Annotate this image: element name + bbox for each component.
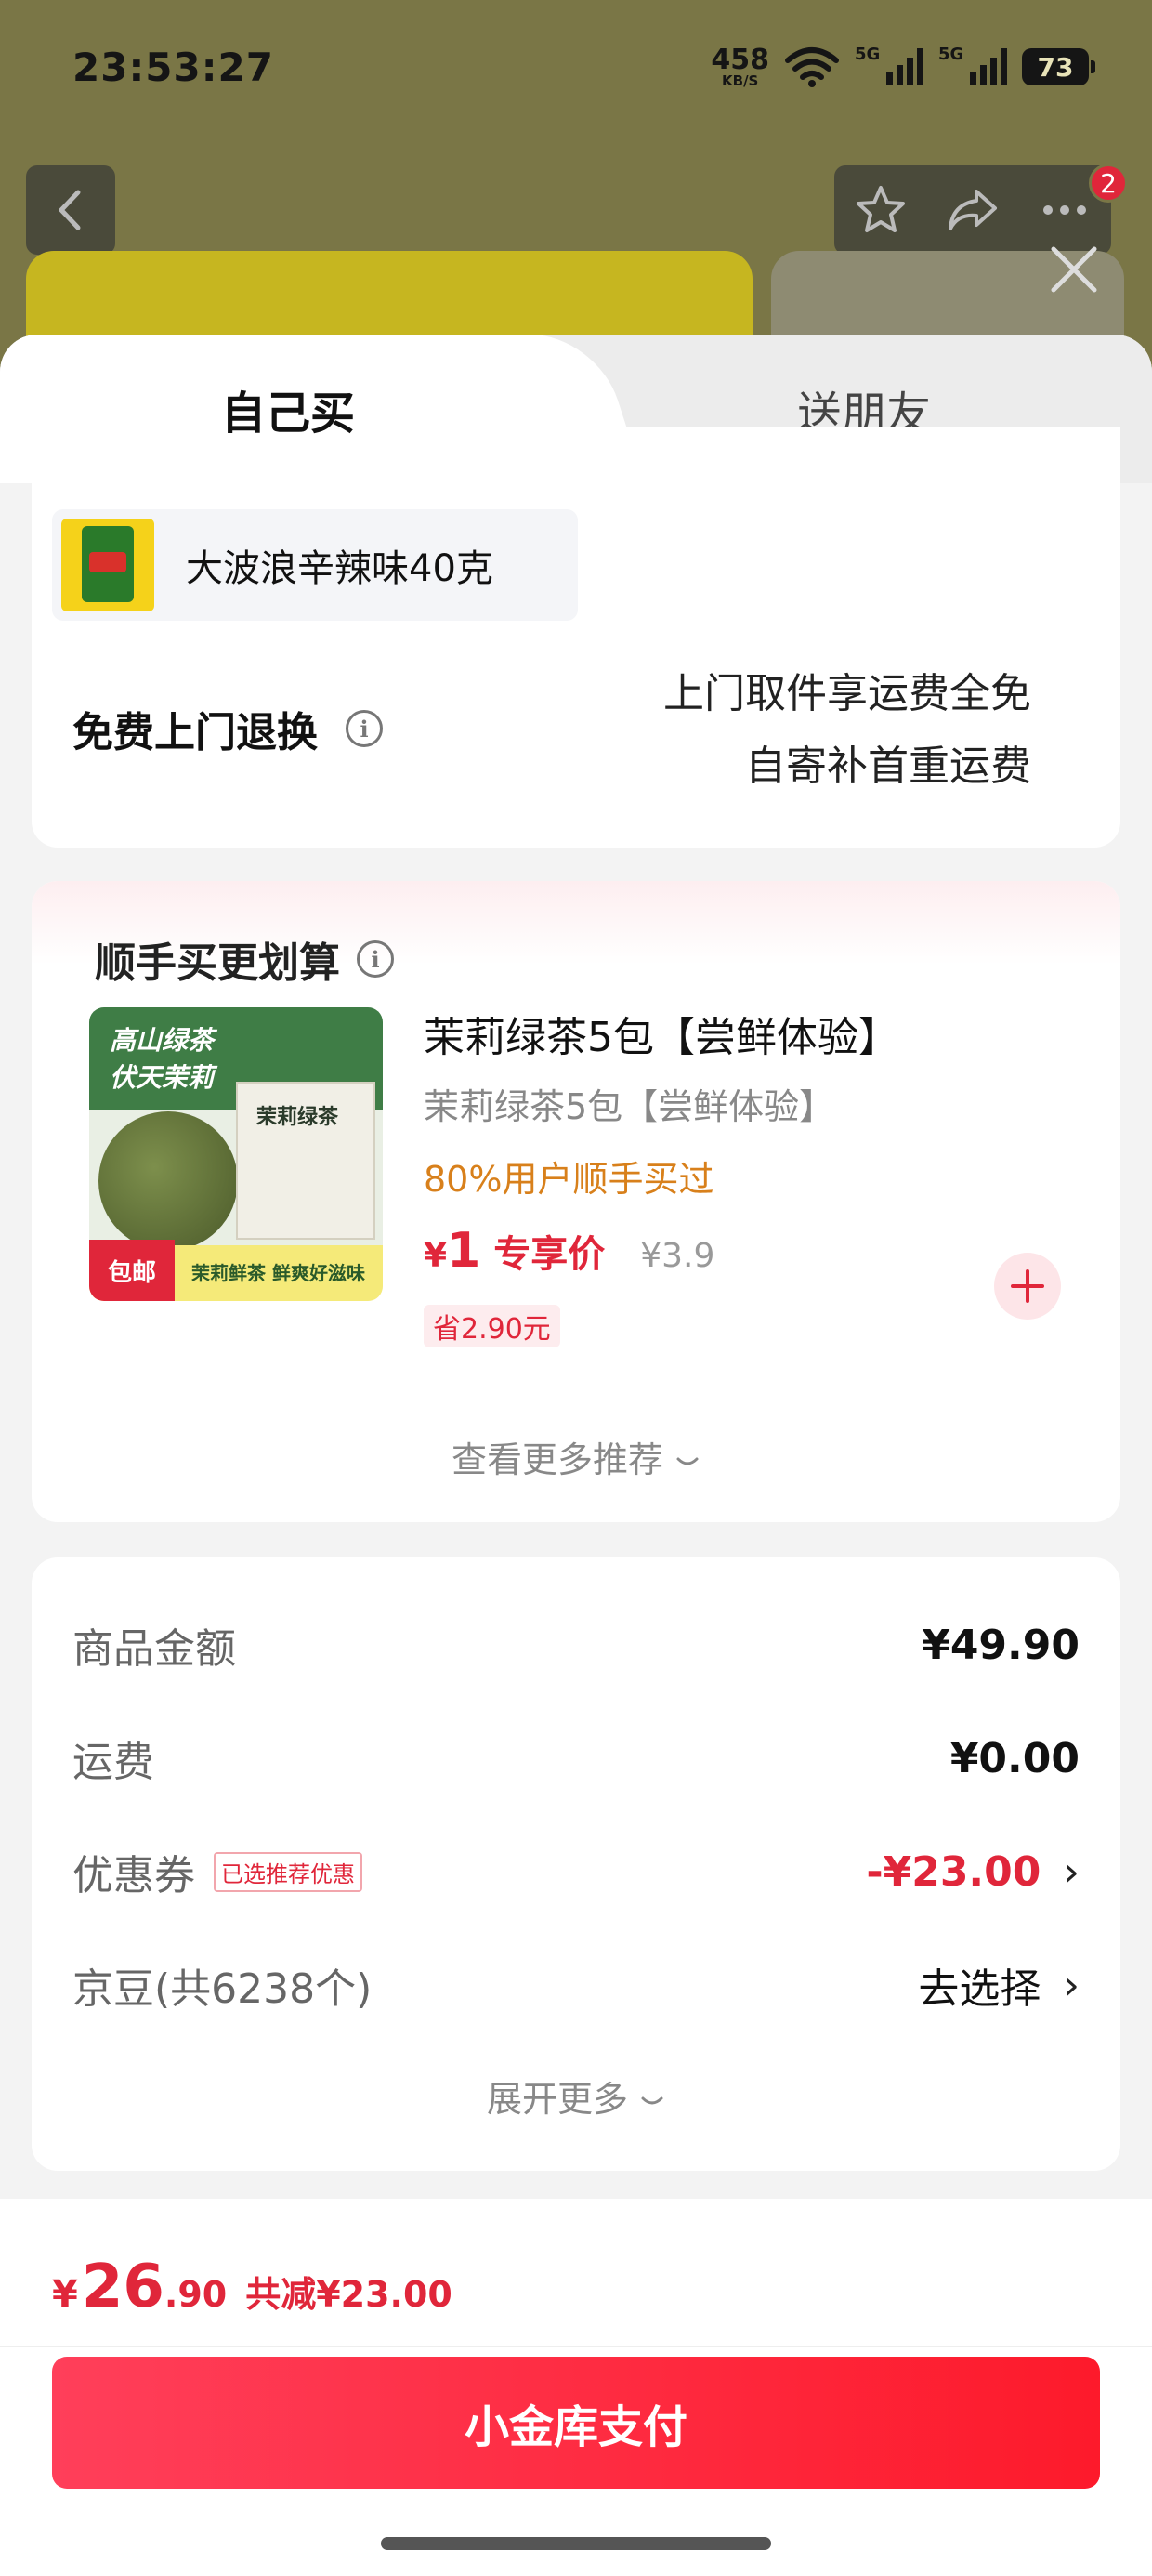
recommend-card: 顺手买更划算 i 高山绿茶 伏天茉莉 茉莉绿茶 茉莉鲜茶 鲜爽好滋味 包邮 茉莉… xyxy=(32,881,1120,1522)
jd-beans-value: 去选择 xyxy=(918,1965,1041,2013)
original-price: ¥3.9 xyxy=(640,1237,715,1275)
signal-5g-label-2: 5G xyxy=(938,45,964,64)
add-item-button[interactable] xyxy=(994,1253,1061,1320)
sku-thumbnail xyxy=(61,519,154,611)
product-image-footer-text: 茉莉鲜茶 鲜爽好滋味 xyxy=(191,1262,365,1284)
return-policy-title: 免费上门退换 i xyxy=(72,699,383,758)
coupon-value-group: -¥23.00 › xyxy=(866,1848,1080,1896)
shipping-value: ¥0.00 xyxy=(949,1734,1080,1782)
net-speed-unit: KB/S xyxy=(722,72,759,89)
price-currency: ¥ xyxy=(424,1237,448,1275)
status-time: 23:53:27 xyxy=(72,45,274,90)
recommend-product-image[interactable]: 高山绿茶 伏天茉莉 茉莉绿茶 茉莉鲜茶 鲜爽好滋味 包邮 xyxy=(89,1007,383,1301)
coupon-label-group: 优惠券 已选推荐优惠 xyxy=(72,1842,362,1901)
sku-chip[interactable]: 大波浪辛辣味40克 xyxy=(52,509,578,621)
total-integer: 26 xyxy=(81,2253,164,2321)
checkout-footer: ¥ 26 .90 共减¥23.00 小金库支付 xyxy=(0,2199,1152,2576)
total-decimal: .90 xyxy=(164,2274,228,2315)
summary-row-shipping: 运费 ¥0.00 xyxy=(72,1721,1080,1795)
recommend-product-sub: 茉莉绿茶5包【尝鲜体验】 xyxy=(424,1086,835,1127)
price-value: 1 xyxy=(447,1223,481,1279)
battery-icon: 73 xyxy=(1022,48,1095,85)
jd-beans-value-group: 去选择 › xyxy=(918,1955,1080,2015)
checkout-sheet: 送朋友 自己买 大波浪辛辣味40克 免费上门退换 i 上门取件享运费全免 自寄补… xyxy=(0,335,1152,2576)
signal-5g-icon-2: 5G xyxy=(938,45,1007,85)
expand-more-label: 展开更多 xyxy=(486,2079,628,2120)
tea-leaves-graphic xyxy=(98,1111,238,1251)
chevron-left-icon xyxy=(59,190,81,230)
divider xyxy=(0,2346,1152,2347)
coupon-tag: 已选推荐优惠 xyxy=(214,1851,362,1892)
return-policy-line1: 上门取件享运费全免 xyxy=(663,670,1031,717)
product-image-banner-text: 高山绿茶 伏天茉莉 xyxy=(110,1025,215,1093)
total-discount: 共减¥23.00 xyxy=(245,2274,452,2315)
tea-pack-graphic: 茉莉绿茶 xyxy=(236,1082,375,1240)
signal-5g-icon: 5G xyxy=(855,45,923,85)
summary-row-jd-beans[interactable]: 京豆(共6238个) 去选择 › xyxy=(72,1948,1080,2022)
net-speed-value: 458 xyxy=(711,43,769,76)
save-badge: 省2.90元 xyxy=(424,1305,560,1347)
signal-5g-label: 5G xyxy=(855,45,881,64)
recommend-bought-hint: 80%用户顺手买过 xyxy=(424,1159,714,1200)
plus-icon xyxy=(1011,1269,1044,1303)
view-more-label: 查看更多推荐 xyxy=(451,1439,663,1480)
pay-button[interactable]: 小金库支付 xyxy=(52,2357,1100,2489)
wifi-icon xyxy=(785,47,839,87)
coupon-value: -¥23.00 xyxy=(866,1847,1041,1896)
free-shipping-tag: 包邮 xyxy=(89,1240,175,1301)
recommend-product-name[interactable]: 茉莉绿茶5包【尝鲜体验】 xyxy=(424,1004,899,1063)
total-currency: ¥ xyxy=(52,2273,78,2316)
expand-more[interactable]: 展开更多 xyxy=(32,2070,1120,2122)
chevron-right-icon: › xyxy=(1063,1847,1080,1896)
net-speed: 458 KB/S xyxy=(711,46,769,88)
recommend-price: ¥ 1 专享价 ¥3.9 xyxy=(424,1223,714,1279)
star-icon[interactable] xyxy=(853,182,909,238)
battery-level: 73 xyxy=(1037,51,1074,83)
sku-label: 大波浪辛辣味40克 xyxy=(186,547,493,590)
goods-amount-label: 商品金额 xyxy=(72,1625,236,1673)
jd-beans-label: 京豆(共6238个) xyxy=(72,1965,373,2013)
tab-self-label: 自己买 xyxy=(220,388,355,440)
coupon-label: 优惠券 xyxy=(72,1852,195,1899)
home-indicator[interactable] xyxy=(381,2537,771,2550)
summary-row-coupon[interactable]: 优惠券 已选推荐优惠 -¥23.00 › xyxy=(72,1834,1080,1909)
order-summary-card: 商品金额 ¥49.90 运费 ¥0.00 优惠券 已选推荐优惠 -¥23.00 … xyxy=(32,1557,1120,2171)
return-policy-line2: 自寄补首重运费 xyxy=(745,743,1031,790)
more-icon[interactable] xyxy=(1037,182,1093,238)
shipping-label: 运费 xyxy=(72,1739,154,1786)
chevron-down-icon xyxy=(641,2096,663,2105)
chevron-right-icon: › xyxy=(1063,1961,1080,2009)
notification-badge: 2 xyxy=(1089,164,1128,203)
back-button[interactable] xyxy=(26,165,115,255)
info-icon[interactable]: i xyxy=(357,940,394,978)
chevron-down-icon xyxy=(676,1457,699,1465)
return-policy-label: 免费上门退换 xyxy=(72,709,318,756)
price-label: 专享价 xyxy=(493,1233,606,1276)
recommend-title-label: 顺手买更划算 xyxy=(95,940,340,987)
goods-amount-value: ¥49.90 xyxy=(922,1621,1080,1669)
tea-pack-label: 茉莉绿茶 xyxy=(256,1106,339,1129)
view-more-recommend[interactable]: 查看更多推荐 xyxy=(32,1431,1120,1482)
status-bar: 23:53:27 458 KB/S 5G 5G 73 xyxy=(0,0,1152,139)
close-icon[interactable] xyxy=(1044,240,1104,299)
summary-row-goods: 商品金额 ¥49.90 xyxy=(72,1608,1080,1682)
recommend-title: 顺手买更划算 i xyxy=(95,929,394,989)
system-icons: 458 KB/S 5G 5G 73 xyxy=(711,41,1095,93)
total-price: ¥ 26 .90 共减¥23.00 xyxy=(52,2253,452,2321)
share-icon[interactable] xyxy=(945,182,1001,238)
info-icon[interactable]: i xyxy=(346,710,383,747)
